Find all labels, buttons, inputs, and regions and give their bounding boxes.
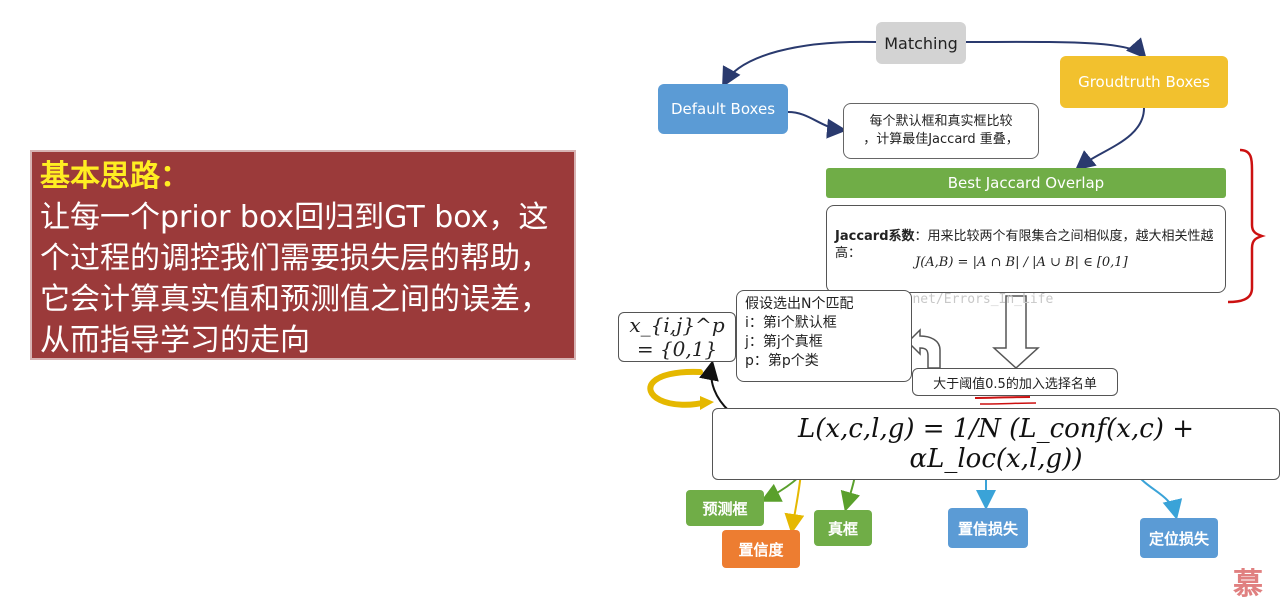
- default-boxes-node: Default Boxes: [658, 84, 788, 134]
- jaccard-formula: J(A,B) = |A ∩ B| / |A ∪ B| ∈ [0,1]: [915, 255, 1128, 270]
- compare-note: 每个默认框和真实框比较 ，计算最佳Jaccard 重叠，: [843, 103, 1039, 159]
- compare-note-line2: ，计算最佳Jaccard 重叠，: [863, 132, 1019, 147]
- choose-p: p：第p个类: [745, 353, 819, 369]
- red-underline-threshold: [974, 396, 1031, 399]
- jaccard-definition-box: Jaccard系数：用来比较两个有限集合之间相似度，越大相关性越高： J(A,B…: [826, 205, 1226, 293]
- red-brace: [1227, 148, 1266, 304]
- best-jaccard-overlap-node: Best Jaccard Overlap: [826, 168, 1226, 198]
- gt-box-tag: 真框: [814, 510, 872, 546]
- arrow-default-to-note: [787, 111, 847, 139]
- choose-title: 假设选出N个匹配: [745, 296, 854, 312]
- match-selection-box: 假设选出N个匹配 i：第i个默认框 j：第j个真框 p：第p个类: [736, 290, 912, 382]
- loss-formula-box: L(x,c,l,g) = 1/N (L_conf(x,c) + αL_loc(x…: [712, 408, 1280, 480]
- arrow-matching-to-groundtruth: [965, 37, 1147, 60]
- choose-i: i：第i个默认框: [745, 315, 837, 331]
- confidence-tag: 置信度: [722, 530, 800, 568]
- hollow-curved-arrow: [906, 328, 941, 369]
- xijp-formula-box: x_{i,j}^p = {0,1}: [618, 312, 736, 362]
- pred-box-tag: 预测框: [686, 490, 764, 526]
- yellow-cycle-arrow: [647, 368, 709, 408]
- conf-loss-tag: 置信损失: [948, 508, 1028, 548]
- arrow-matching-to-default: [722, 40, 877, 88]
- matching-node: Matching: [876, 22, 966, 64]
- loc-loss-tag: 定位损失: [1140, 518, 1218, 558]
- compare-note-line1: 每个默认框和真实框比较: [869, 114, 1013, 129]
- threshold-box: 大于阈值0.5的加入选择名单: [912, 368, 1118, 396]
- jaccard-label: Jaccard系数: [835, 229, 915, 244]
- red-underline-threshold-2: [979, 402, 1037, 405]
- arrow-groundtruth-to-overlap: [1074, 107, 1145, 171]
- groundtruth-boxes-node: Groudtruth Boxes: [1060, 56, 1228, 108]
- brand-logo: 慕: [1233, 567, 1263, 602]
- choose-j: j：第j个真框: [745, 334, 823, 350]
